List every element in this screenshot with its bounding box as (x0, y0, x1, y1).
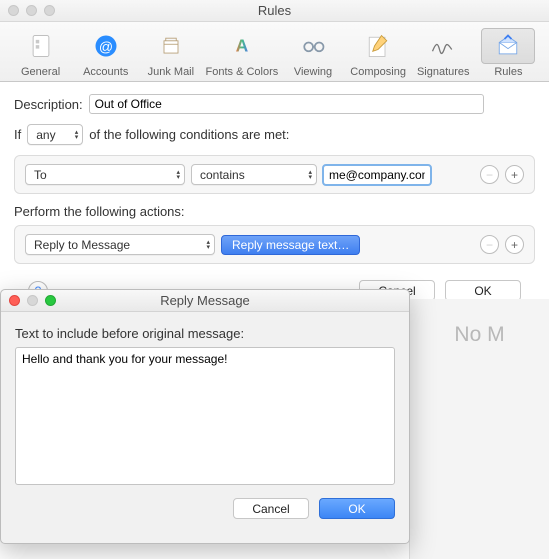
chevron-updown-icon: ▴▾ (176, 170, 180, 180)
add-action-button[interactable]: + (505, 235, 524, 254)
toolbar-rules[interactable]: Rules (476, 28, 541, 78)
remove-condition-button[interactable]: − (480, 165, 499, 184)
toolbar-accounts[interactable]: @ Accounts (73, 28, 138, 78)
minimize-icon[interactable] (26, 5, 37, 16)
toolbar-junk[interactable]: Junk Mail (138, 28, 203, 78)
dialog-prompt-label: Text to include before original message: (15, 326, 244, 341)
if-label: If (14, 127, 21, 142)
viewing-icon (286, 28, 340, 64)
junk-mail-icon (144, 28, 198, 64)
toolbar-signatures[interactable]: Signatures (411, 28, 476, 78)
reply-message-dialog: Reply Message Text to include before ori… (0, 289, 410, 544)
minimize-icon (27, 295, 38, 306)
reply-text-textarea[interactable] (15, 347, 395, 485)
close-icon[interactable] (8, 5, 19, 16)
ok-button[interactable]: OK (445, 280, 521, 301)
dialog-title: Reply Message (160, 293, 250, 308)
rules-icon (481, 28, 535, 64)
window-titlebar: Rules (0, 0, 549, 22)
general-icon (14, 28, 68, 64)
conditions-tail-label: of the following conditions are met: (89, 127, 289, 142)
dialog-traffic-lights (9, 295, 56, 306)
zoom-icon[interactable] (45, 295, 56, 306)
condition-field-select[interactable]: To ▴▾ (25, 164, 185, 185)
chevron-updown-icon: ▴▾ (206, 240, 210, 250)
toolbar-fonts[interactable]: A Fonts & Colors (203, 28, 280, 78)
dialog-titlebar: Reply Message (1, 290, 409, 312)
accounts-icon: @ (79, 28, 133, 64)
zoom-icon[interactable] (44, 5, 55, 16)
chevron-updown-icon: ▴▾ (308, 170, 312, 180)
remove-action-button[interactable]: − (480, 235, 499, 254)
actions-label: Perform the following actions: (14, 204, 185, 219)
condition-value-input[interactable] (323, 165, 431, 185)
description-label: Description: (14, 97, 83, 112)
conditions-section: To ▴▾ contains ▴▾ − + (14, 155, 535, 194)
dialog-ok-button[interactable]: OK (319, 498, 395, 519)
preferences-toolbar: General @ Accounts Junk Mail A Fonts & C… (0, 22, 549, 82)
fonts-colors-icon: A (215, 28, 269, 64)
traffic-lights (8, 5, 55, 16)
signatures-icon (416, 28, 470, 64)
rule-editor: Description: If any ▴▾ of the following … (0, 82, 549, 313)
toolbar-composing[interactable]: Composing (346, 28, 411, 78)
add-condition-button[interactable]: + (505, 165, 524, 184)
composing-icon (351, 28, 405, 64)
actions-section: Reply to Message ▴▾ Reply message text… … (14, 225, 535, 264)
toolbar-viewing[interactable]: Viewing (280, 28, 345, 78)
reply-message-text-button[interactable]: Reply message text… (221, 235, 360, 255)
dialog-cancel-button[interactable]: Cancel (233, 498, 309, 519)
svg-text:A: A (236, 35, 249, 55)
action-type-select[interactable]: Reply to Message ▴▾ (25, 234, 215, 255)
match-any-select[interactable]: any ▴▾ (27, 124, 83, 145)
svg-text:@: @ (99, 38, 113, 54)
toolbar-general[interactable]: General (8, 28, 73, 78)
chevron-updown-icon: ▴▾ (75, 130, 79, 140)
no-message-text: No M (454, 323, 504, 347)
background-preview-pane: No M (409, 299, 549, 559)
description-input[interactable] (89, 94, 484, 114)
window-title: Rules (258, 3, 291, 18)
condition-operator-select[interactable]: contains ▴▾ (191, 164, 317, 185)
close-icon[interactable] (9, 295, 20, 306)
